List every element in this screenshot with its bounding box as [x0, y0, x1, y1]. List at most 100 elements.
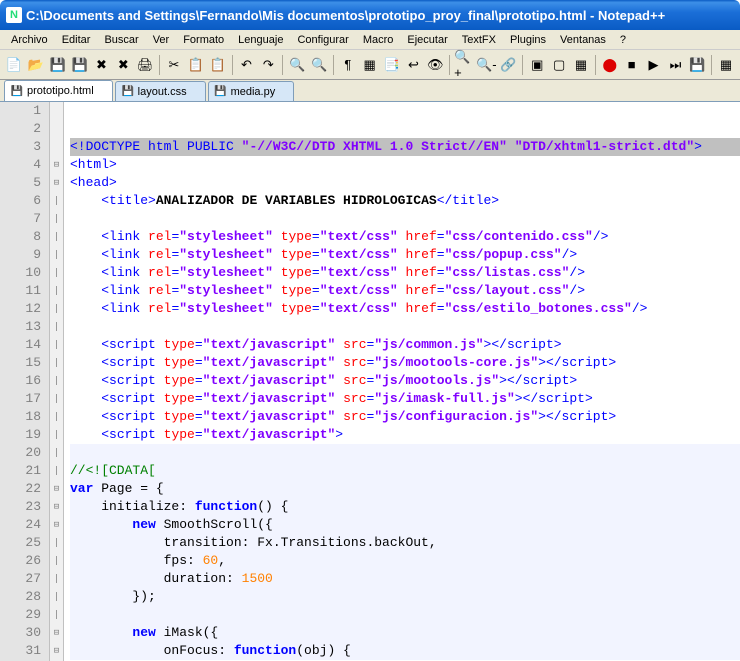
code-line-23[interactable]: initialize: function() {	[70, 498, 740, 516]
copy-button[interactable]: 📋	[186, 54, 206, 76]
code-line-25[interactable]: transition: Fx.Transitions.backOut,	[70, 534, 740, 552]
toolbar-separator	[595, 55, 596, 75]
code-line-20[interactable]	[70, 444, 740, 462]
code-line-27[interactable]: duration: 1500	[70, 570, 740, 588]
code-line-2[interactable]	[70, 120, 740, 138]
toolbar-separator	[711, 55, 712, 75]
window-titlebar: N C:\Documents and Settings\Fernando\Mis…	[0, 0, 740, 30]
menu-editar[interactable]: Editar	[55, 32, 98, 48]
save-all-button[interactable]: 💾	[70, 54, 90, 76]
ws-button[interactable]: ¶	[338, 54, 358, 76]
code-line-6[interactable]: <title>ANALIZADOR DE VARIABLES HIDROLOGI…	[70, 192, 740, 210]
menu-formato[interactable]: Formato	[176, 32, 231, 48]
code-line-9[interactable]: <link rel="stylesheet" type="text/css" h…	[70, 246, 740, 264]
code-line-5[interactable]: <head>	[70, 174, 740, 192]
menu-ejecutar[interactable]: Ejecutar	[400, 32, 454, 48]
menu-archivo[interactable]: Archivo	[4, 32, 55, 48]
sync-button[interactable]: 🔗	[499, 54, 519, 76]
code-line-29[interactable]	[70, 606, 740, 624]
code-line-1[interactable]	[70, 102, 740, 120]
undo-button[interactable]: ↶	[237, 54, 257, 76]
fold-button[interactable]: ▣	[527, 54, 547, 76]
menu-bar: ArchivoEditarBuscarVerFormatoLenguajeCon…	[0, 30, 740, 50]
code-line-19[interactable]: <script type="text/javascript">	[70, 426, 740, 444]
menu-plugins[interactable]: Plugins	[503, 32, 553, 48]
toolbar-separator	[282, 55, 283, 75]
paste-button[interactable]: 📋	[208, 54, 228, 76]
tab-file-icon: 💾	[11, 85, 23, 97]
toggle-button[interactable]: ▦	[716, 54, 736, 76]
redo-button[interactable]: ↷	[258, 54, 278, 76]
menu-ver[interactable]: Ver	[146, 32, 177, 48]
new-button[interactable]: 📄	[4, 54, 24, 76]
tab-layout-css[interactable]: 💾layout.css	[115, 81, 206, 101]
code-line-4[interactable]: <html>	[70, 156, 740, 174]
menu-macro[interactable]: Macro	[356, 32, 401, 48]
toolbar-separator	[232, 55, 233, 75]
code-area[interactable]: <!DOCTYPE html PUBLIC "-//W3C//DTD XHTML…	[64, 102, 740, 661]
play-multi-button[interactable]: ⏭	[665, 54, 685, 76]
code-line-11[interactable]: <link rel="stylesheet" type="text/css" h…	[70, 282, 740, 300]
tab-label: layout.css	[138, 86, 187, 98]
toolbar-separator	[159, 55, 160, 75]
wrap-button[interactable]: ↩	[404, 54, 424, 76]
code-line-21[interactable]: //<![CDATA[	[70, 462, 740, 480]
code-line-30[interactable]: new iMask({	[70, 624, 740, 642]
allchars-button[interactable]: 👁	[425, 54, 445, 76]
code-line-8[interactable]: <link rel="stylesheet" type="text/css" h…	[70, 228, 740, 246]
code-line-12[interactable]: <link rel="stylesheet" type="text/css" h…	[70, 300, 740, 318]
toolbar-separator	[333, 55, 334, 75]
menu-ventanas[interactable]: Ventanas	[553, 32, 613, 48]
code-line-3[interactable]: <!DOCTYPE html PUBLIC "-//W3C//DTD XHTML…	[70, 138, 740, 156]
menu-textfx[interactable]: TextFX	[455, 32, 503, 48]
guide-button[interactable]: ▦	[360, 54, 380, 76]
code-line-10[interactable]: <link rel="stylesheet" type="text/css" h…	[70, 264, 740, 282]
menu-configurar[interactable]: Configurar	[290, 32, 355, 48]
close-all-button[interactable]: ✖	[113, 54, 133, 76]
tab-label: prototipo.html	[27, 85, 94, 97]
toolbar-separator	[449, 55, 450, 75]
code-line-16[interactable]: <script type="text/javascript" src="js/m…	[70, 372, 740, 390]
rec-button[interactable]: ⬤	[600, 54, 620, 76]
unfold-button[interactable]: ▢	[549, 54, 569, 76]
fold-column[interactable]: ⊟⊟||||||||||||||||⊟⊟⊟|||||⊟⊟	[50, 102, 64, 661]
code-line-7[interactable]	[70, 210, 740, 228]
line-number-gutter[interactable]: 1234567891011121314151617181920212223242…	[0, 102, 50, 661]
code-line-28[interactable]: });	[70, 588, 740, 606]
play-button[interactable]: ▶	[644, 54, 664, 76]
code-line-26[interactable]: fps: 60,	[70, 552, 740, 570]
find-button[interactable]: 🔍	[287, 54, 307, 76]
replace-button[interactable]: 🔍	[309, 54, 329, 76]
code-line-31[interactable]: onFocus: function(obj) {	[70, 642, 740, 660]
toolbar-separator	[522, 55, 523, 75]
zoom-out-button[interactable]: 🔍-	[476, 54, 497, 76]
toolbar: 📄📂💾💾✖✖🖨✂📋📋↶↷🔍🔍¶▦📑↩👁🔍+🔍-🔗▣▢▦⬤■▶⏭💾▦	[0, 50, 740, 80]
udl-button[interactable]: 📑	[382, 54, 402, 76]
cut-button[interactable]: ✂	[164, 54, 184, 76]
open-button[interactable]: 📂	[26, 54, 46, 76]
menu-lenguaje[interactable]: Lenguaje	[231, 32, 290, 48]
code-line-13[interactable]	[70, 318, 740, 336]
code-line-18[interactable]: <script type="text/javascript" src="js/c…	[70, 408, 740, 426]
close-button[interactable]: ✖	[92, 54, 112, 76]
code-line-15[interactable]: <script type="text/javascript" src="js/m…	[70, 354, 740, 372]
save-button[interactable]: 💾	[48, 54, 68, 76]
save-macro-button[interactable]: 💾	[687, 54, 707, 76]
code-line-17[interactable]: <script type="text/javascript" src="js/i…	[70, 390, 740, 408]
menu-buscar[interactable]: Buscar	[97, 32, 145, 48]
stop-button[interactable]: ■	[622, 54, 642, 76]
tab-media-py[interactable]: 💾 media.py	[208, 81, 295, 101]
tab-label: media.py	[231, 86, 276, 98]
tab-bar: 💾 prototipo.html 💾layout.css 💾 media.py	[0, 80, 740, 102]
code-line-24[interactable]: new SmoothScroll({	[70, 516, 740, 534]
hide-button[interactable]: ▦	[571, 54, 591, 76]
editor: 1234567891011121314151617181920212223242…	[0, 102, 740, 661]
tab-prototipo-html[interactable]: 💾 prototipo.html	[4, 80, 113, 101]
code-line-22[interactable]: var Page = {	[70, 480, 740, 498]
print-button[interactable]: 🖨	[135, 54, 155, 76]
window-title: C:\Documents and Settings\Fernando\Mis d…	[26, 8, 665, 23]
tab-file-icon: 💾	[215, 86, 227, 98]
zoom-in-button[interactable]: 🔍+	[454, 54, 474, 76]
code-line-14[interactable]: <script type="text/javascript" src="js/c…	[70, 336, 740, 354]
menu-?[interactable]: ?	[613, 32, 633, 48]
